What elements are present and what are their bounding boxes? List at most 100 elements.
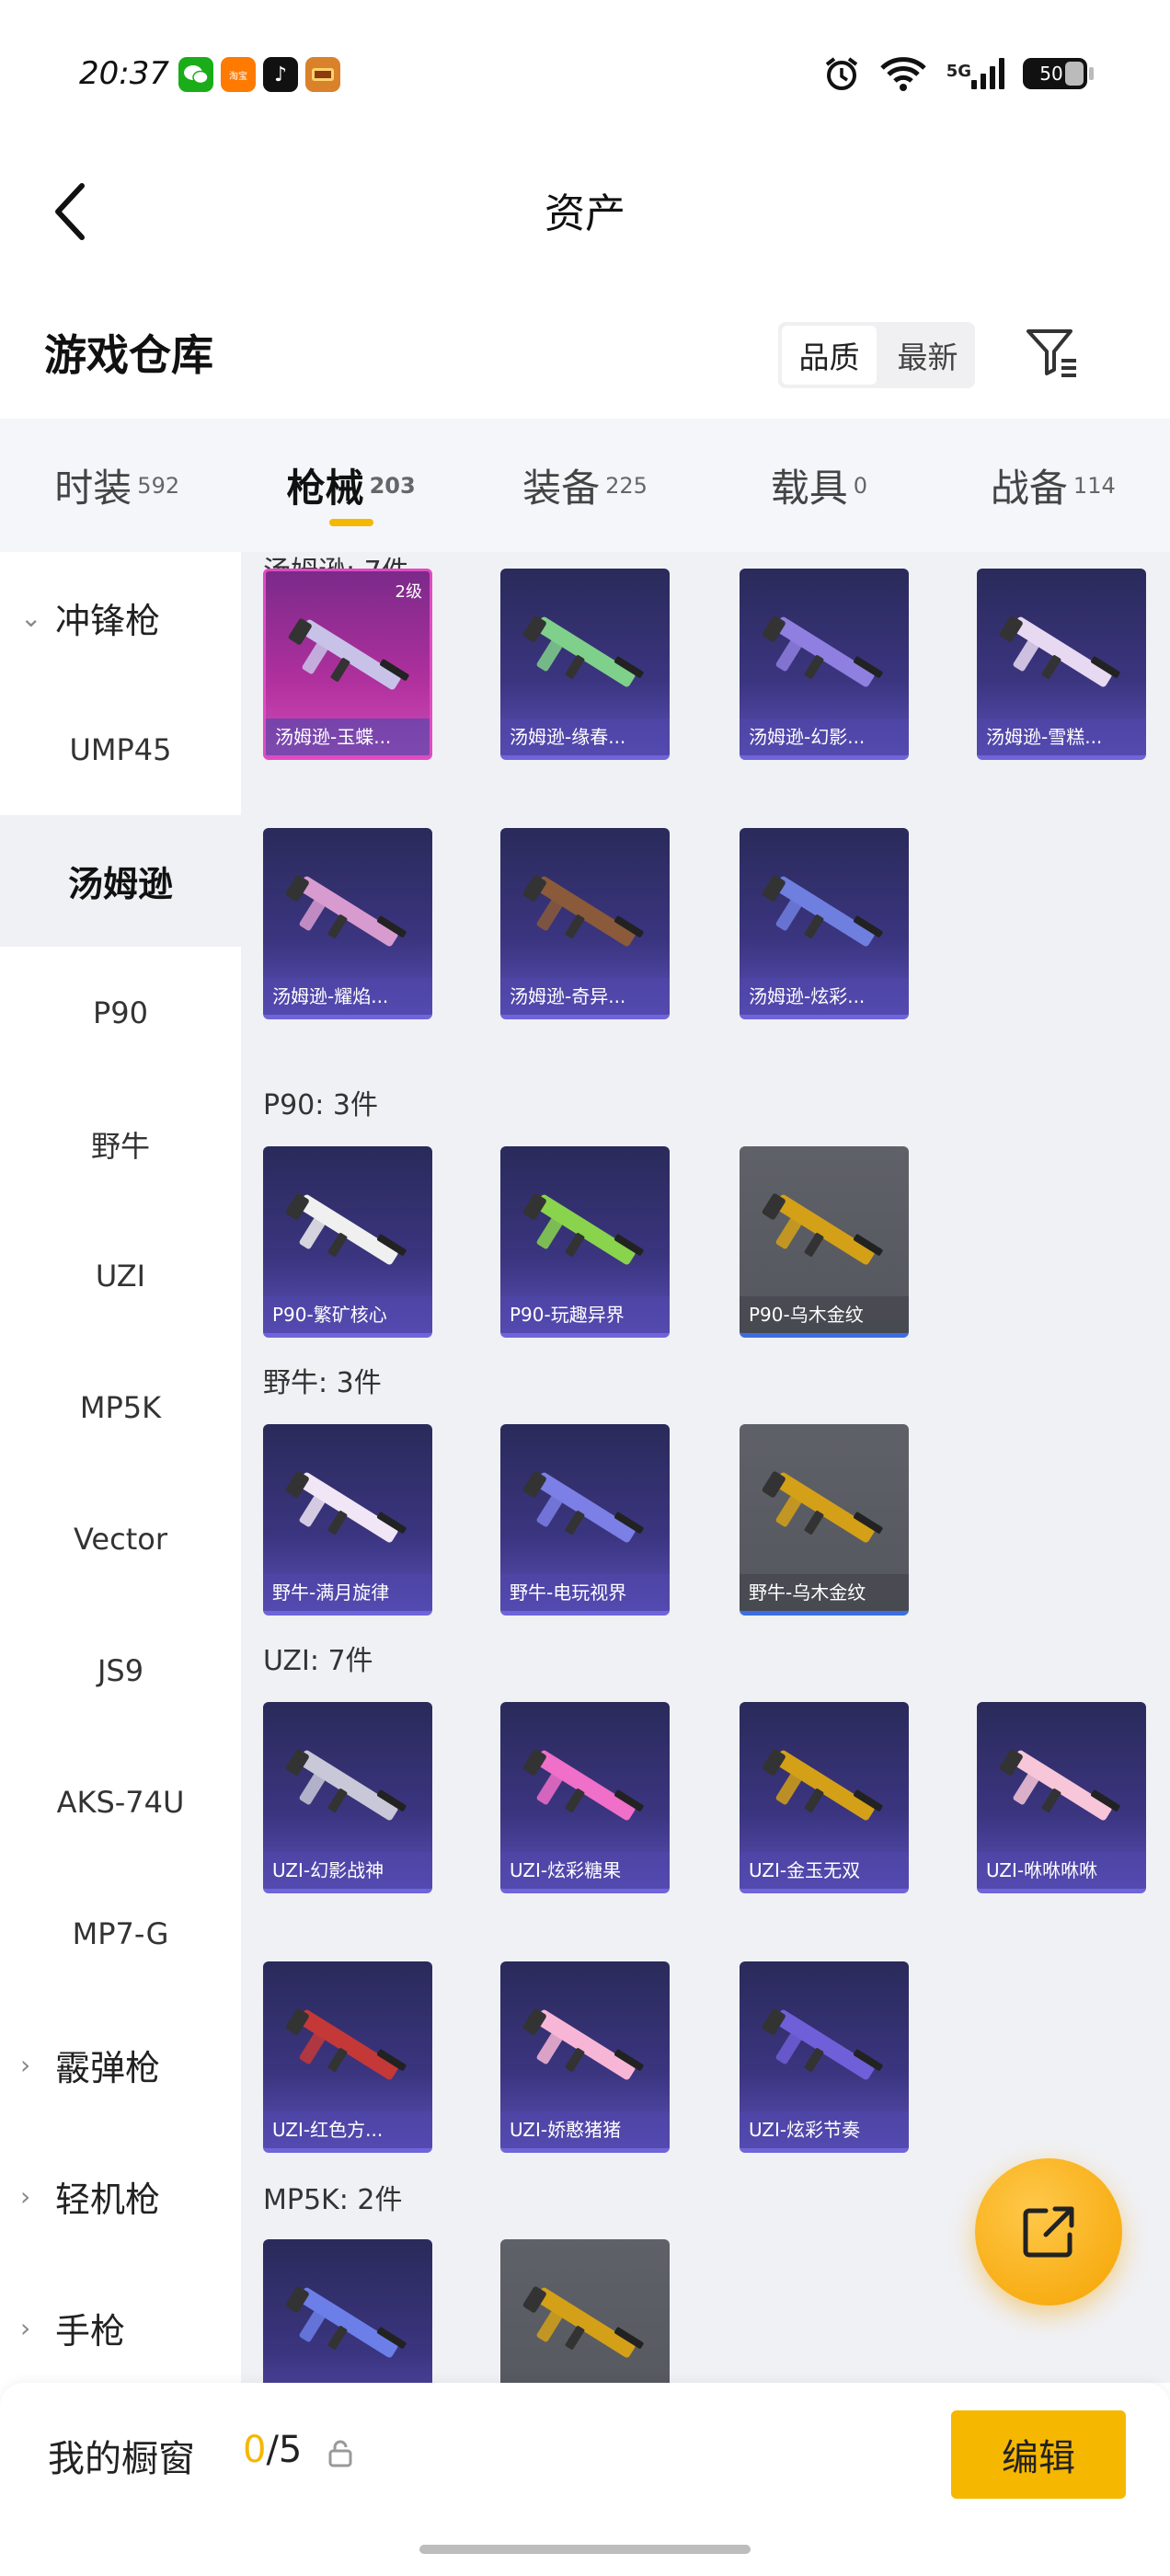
status-bar: 20:37 淘宝 ♪ 5G 50 (0, 0, 1170, 147)
weapon-card[interactable]: UZI-红色方... (263, 1961, 432, 2153)
tab-vehicles[interactable]: 载具 0 (702, 419, 935, 552)
sidebar-item-aks74u[interactable]: AKS-74U (0, 1736, 241, 1868)
sidebar-item-thompson[interactable]: 汤姆逊 (0, 815, 241, 947)
sidebar-item-mp5k[interactable]: MP5K (0, 1341, 241, 1473)
battery-icon: 50 (1023, 58, 1094, 89)
weapon-card[interactable]: 汤姆逊-缘春... (500, 569, 670, 760)
weapon-card[interactable]: UZI-炫彩糖果 (500, 1702, 670, 1893)
weapon-name: UZI-金玉无双 (740, 1852, 909, 1889)
showcase-count: 0/5 (243, 2429, 302, 2471)
tab-count: 203 (369, 472, 416, 499)
weapon-grid: 汤姆逊: 7件2级汤姆逊-玉蝶...汤姆逊-缘春...汤姆逊-幻影...汤姆逊-… (241, 552, 1170, 2383)
tab-label: 时装 (54, 466, 132, 511)
weapon-card[interactable]: 2级 汤姆逊-玉蝶... (263, 569, 432, 760)
tab-firearms[interactable]: 枪械 203 (234, 419, 467, 552)
sidebar-item-mp7g[interactable]: MP7-G (0, 1868, 241, 1999)
sidebar-item-ump45[interactable]: UMP45 (0, 684, 241, 815)
page-title: 资产 (545, 190, 625, 237)
weapon-name: 野牛-乌木金纹 (740, 1574, 909, 1611)
weapon-card[interactable] (263, 2239, 432, 2383)
weapon-card[interactable]: UZI-娇憨猪猪 (500, 1961, 670, 2153)
sidebar-item-bizon[interactable]: 野牛 (0, 1078, 241, 1210)
weapon-card[interactable]: 野牛-电玩视界 (500, 1424, 670, 1616)
weapon-card[interactable]: 汤姆逊-奇异... (500, 828, 670, 1019)
weapon-card[interactable]: 野牛-满月旋律 (263, 1424, 432, 1616)
chevron-right-icon: › (20, 2313, 31, 2343)
sort-toggle: 品质 最新 (778, 322, 975, 388)
sidebar-item-vector[interactable]: Vector (0, 1473, 241, 1604)
weapon-card[interactable]: UZI-炫彩节奏 (740, 1961, 909, 2153)
weapon-name: P90-繁矿核心 (263, 1296, 432, 1333)
weapon-name: P90-玩趣异界 (500, 1296, 670, 1333)
weapon-card[interactable]: P90-玩趣异界 (500, 1146, 670, 1338)
showcase-total: /5 (266, 2429, 303, 2471)
chevron-right-icon: › (20, 2050, 31, 2080)
weapon-image (762, 875, 883, 947)
sidebar-item-js9[interactable]: JS9 (0, 1604, 241, 1736)
weapon-name: 汤姆逊-奇异... (500, 978, 670, 1015)
tab-count: 0 (853, 472, 868, 499)
weapon-card[interactable] (500, 2239, 670, 2383)
weapon-image (285, 1471, 407, 1543)
status-time: 20:37 (79, 55, 169, 92)
level-badge: 2级 (395, 582, 422, 602)
weapon-name: UZI-红色方... (263, 2111, 432, 2148)
tab-count: 114 (1072, 472, 1116, 499)
weapon-card[interactable]: 汤姆逊-雪糕... (977, 569, 1146, 760)
sidebar-item-uzi[interactable]: UZI (0, 1210, 241, 1341)
tab-count: 592 (137, 472, 180, 499)
taobao-icon: 淘宝 (221, 57, 256, 92)
home-indicator (419, 2545, 751, 2554)
weapon-card[interactable]: 野牛-乌木金纹 (740, 1424, 909, 1616)
sort-newest-button[interactable]: 最新 (880, 322, 975, 388)
sidebar-group-label: 手枪 (55, 2311, 126, 2352)
tab-fashion[interactable]: 时装 592 (0, 419, 234, 552)
tiktok-glyph: ♪ (273, 63, 288, 86)
weapon-card[interactable]: 汤姆逊-幻影... (740, 569, 909, 760)
tab-equipment[interactable]: 装备 225 (468, 419, 702, 552)
sidebar-group-smg[interactable]: ⌄ 冲锋枪 (0, 552, 241, 684)
weapon-card[interactable]: P90-繁矿核心 (263, 1146, 432, 1338)
bottom-bar: 我的橱窗 0/5 编辑 (0, 2383, 1170, 2576)
weapon-image (762, 2008, 883, 2080)
weapon-card[interactable]: 汤姆逊-炫彩... (740, 828, 909, 1019)
weapon-card[interactable]: UZI-金玉无双 (740, 1702, 909, 1893)
wechat-icon (178, 57, 213, 92)
category-tabs: 时装 592 枪械 203 装备 225 载具 0 战备 114 (0, 419, 1170, 552)
weapon-image (522, 875, 644, 947)
edit-button[interactable]: 编辑 (951, 2410, 1126, 2499)
tab-supplies[interactable]: 战备 114 (936, 419, 1170, 552)
section-title: 野牛: 3件 (263, 1367, 382, 1399)
weapon-card[interactable]: 汤姆逊-耀焰... (263, 828, 432, 1019)
tiktok-icon: ♪ (263, 57, 298, 92)
weapon-image (285, 1193, 407, 1265)
sidebar-group-shotgun[interactable]: › 霰弹枪 (0, 1999, 241, 2131)
weapon-sidebar: ⌄ 冲锋枪 UMP45 汤姆逊 P90 野牛 UZI MP5K Vector J… (0, 552, 241, 2383)
chevron-down-icon: ⌄ (20, 603, 42, 633)
sidebar-group-lmg[interactable]: › 轻机枪 (0, 2131, 241, 2262)
warehouse-title: 游戏仓库 (44, 330, 213, 380)
weapon-image (285, 2008, 407, 2080)
weapon-name: 汤姆逊-耀焰... (263, 978, 432, 1015)
weapon-card[interactable]: P90-乌木金纹 (740, 1146, 909, 1338)
weapon-name: 野牛-电玩视界 (500, 1574, 670, 1611)
weapon-name: UZI-娇憨猪猪 (500, 2111, 670, 2148)
share-fab[interactable] (975, 2158, 1122, 2306)
weapon-name: 野牛-满月旋律 (263, 1574, 432, 1611)
section-title: MP5K: 2件 (263, 2184, 403, 2216)
sidebar-group-pistol[interactable]: › 手枪 (0, 2262, 241, 2383)
weapon-image (285, 875, 407, 947)
showcase-current: 0 (243, 2429, 267, 2471)
filter-button[interactable] (1023, 324, 1082, 383)
tab-active-indicator (328, 519, 373, 526)
sidebar-group-label: 霰弹枪 (55, 2048, 161, 2088)
section-title: P90: 3件 (263, 1089, 378, 1121)
app-root: { "status_bar": { "time": "20:37", "apps… (0, 0, 1170, 2576)
weapon-card[interactable]: UZI-咻咻咻咻 (977, 1702, 1146, 1893)
weapon-name: 汤姆逊-缘春... (500, 719, 670, 755)
weapon-name: P90-乌木金纹 (740, 1296, 909, 1333)
sort-quality-button[interactable]: 品质 (782, 326, 877, 385)
weapon-card[interactable]: UZI-幻影战神 (263, 1702, 432, 1893)
weapon-image (522, 1193, 644, 1265)
sidebar-item-p90[interactable]: P90 (0, 947, 241, 1078)
